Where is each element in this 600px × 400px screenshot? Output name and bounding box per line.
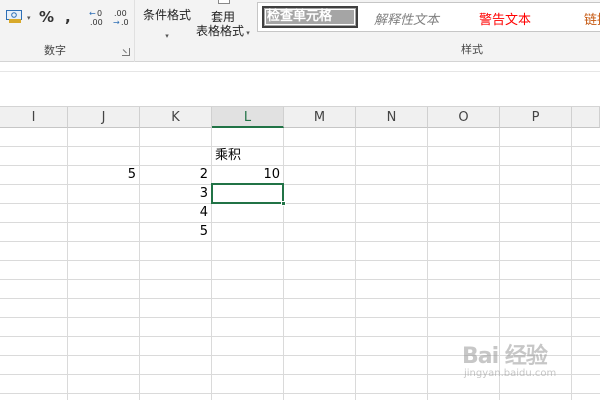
style-hyperlink[interactable]: 链接 [584, 9, 600, 28]
cell-k3[interactable]: 3 [140, 184, 211, 203]
svg-text:0: 0 [97, 9, 102, 18]
column-header-m[interactable]: M [284, 107, 356, 128]
cell-styles-gallery: 检查单元格 解释性文本 警告文本 链接 [257, 2, 600, 32]
column-header-o[interactable]: O [428, 107, 500, 128]
grid-line [0, 298, 600, 299]
grid-line [0, 393, 600, 394]
divider [0, 71, 600, 72]
grid-line [0, 146, 600, 147]
cell-l2[interactable]: 10 [212, 165, 283, 184]
grid-line [0, 184, 600, 185]
column-header-n[interactable]: N [356, 107, 428, 128]
cell-k4[interactable]: 4 [140, 203, 211, 222]
watermark-url: jingyan.baidu.com [464, 368, 557, 379]
baidu-watermark: Bai 经验 jingyan.baidu.com [462, 338, 598, 388]
style-explanatory-text[interactable]: 解释性文本 [374, 9, 439, 28]
grid-line [0, 260, 600, 261]
chevron-down-icon: ▾ [165, 32, 169, 40]
svg-text:.00: .00 [90, 18, 103, 27]
column-header-j[interactable]: J [68, 107, 140, 128]
column-header-l[interactable]: L [212, 107, 284, 128]
conditional-formatting-button[interactable]: 条件格式 ▾ [140, 0, 194, 40]
decrease-decimal-button[interactable]: .00 → .0 [112, 8, 132, 30]
svg-text:.00: .00 [114, 9, 127, 18]
format-as-table-label-2: 表格格式 ▾ [196, 24, 250, 38]
formula-bar-area [0, 62, 600, 107]
style-check-cell[interactable]: 检查单元格 [262, 6, 358, 28]
grid-line [427, 128, 428, 400]
style-warning-text[interactable]: 警告文本 [479, 9, 531, 28]
cell-j2[interactable]: 5 [68, 165, 139, 184]
currency-format-icon[interactable] [6, 10, 24, 24]
conditional-formatting-label: 条件格式 [142, 8, 191, 22]
svg-text:→: → [113, 18, 120, 27]
styles-group-label: 样式 [461, 43, 483, 56]
grid-line [355, 128, 356, 400]
increase-decimal-button[interactable]: ← 0 .00 [88, 8, 108, 30]
grid-line [0, 203, 600, 204]
grid-line [0, 279, 600, 280]
cell-l1[interactable]: 乘积 [212, 146, 283, 165]
grid-line [0, 222, 600, 223]
cell-k2[interactable]: 2 [140, 165, 211, 184]
number-group-label: 数字 [44, 44, 66, 57]
svg-text:.0: .0 [121, 18, 129, 27]
grid-line [0, 317, 600, 318]
percent-style-button[interactable]: % [39, 8, 54, 26]
column-header-p[interactable]: P [500, 107, 572, 128]
comma-style-button[interactable]: , [65, 8, 71, 26]
column-header-i[interactable]: I [0, 107, 68, 128]
column-header-k[interactable]: K [140, 107, 212, 128]
active-cell-l3[interactable] [211, 183, 284, 204]
watermark-logo-text: Bai 经验 [462, 344, 548, 369]
currency-dropdown-icon[interactable]: ▾ [27, 14, 31, 22]
number-group: ▾ % , ← 0 .00 .00 → .0 数字 [0, 0, 135, 62]
grid-line [0, 241, 600, 242]
cell-k5[interactable]: 5 [140, 222, 211, 241]
format-as-table-button[interactable]: 套用 表格格式 ▾ [196, 0, 254, 40]
ribbon: ▾ % , ← 0 .00 .00 → .0 数字 条件格式 ▾ 套用 表格格式… [0, 0, 600, 62]
fill-handle[interactable] [281, 201, 286, 206]
column-header-next[interactable] [572, 107, 600, 128]
grid-line [283, 128, 284, 400]
table-icon [218, 0, 230, 4]
grid-line [0, 336, 600, 337]
number-dialog-launcher-icon[interactable] [122, 48, 130, 56]
svg-text:←: ← [89, 9, 96, 18]
